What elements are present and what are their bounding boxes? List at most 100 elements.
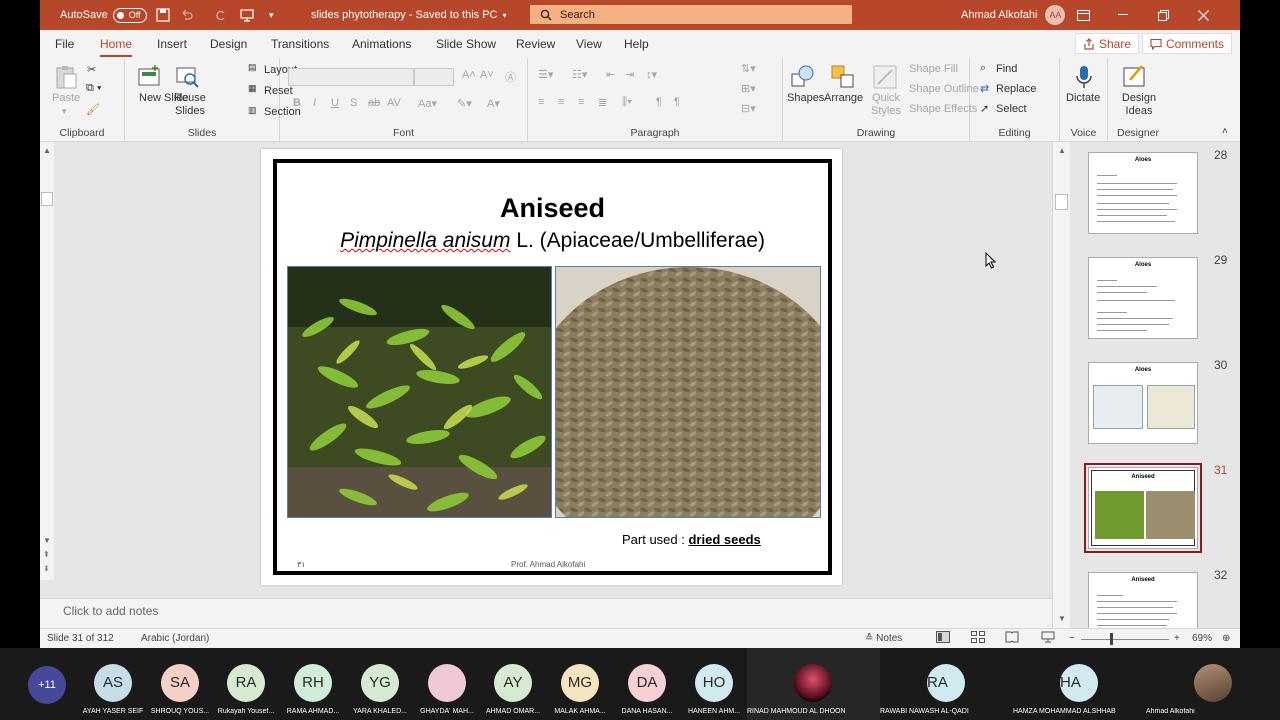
autosave-toggle[interactable]: AutoSave Off bbox=[60, 0, 147, 30]
zoom-in-icon[interactable]: + bbox=[1174, 633, 1180, 644]
decrease-indent-icon[interactable]: ⇤ bbox=[606, 68, 615, 81]
justify-icon[interactable]: ≣ bbox=[598, 96, 607, 109]
tab-slide-show[interactable]: Slide Show bbox=[436, 37, 496, 51]
replace-button[interactable]: Replace bbox=[996, 83, 1036, 95]
highlight-icon[interactable]: ✎▾ bbox=[457, 97, 472, 110]
new-slide-icon[interactable] bbox=[137, 64, 163, 90]
notes-toggle[interactable]: ≙ Notes bbox=[865, 633, 902, 644]
notes-pane[interactable]: Click to add notes bbox=[40, 598, 1052, 628]
participant-tile[interactable]: GHAYDA' MAH... bbox=[413, 648, 481, 720]
collapse-ribbon-icon[interactable]: ˄ bbox=[1222, 126, 1228, 137]
participant-tile[interactable]: AY AHMAD OMAR... bbox=[479, 648, 547, 720]
zoom-level[interactable]: 69% bbox=[1192, 633, 1212, 644]
share-button[interactable]: Share bbox=[1075, 33, 1140, 54]
design-ideas-button[interactable]: Design Ideas bbox=[1118, 92, 1160, 118]
normal-view-icon[interactable] bbox=[936, 631, 950, 646]
shape-effects-button[interactable]: Shape Effects bbox=[909, 103, 977, 115]
columns-icon[interactable]: ⫼▾ bbox=[622, 96, 632, 109]
shapes-icon[interactable] bbox=[790, 64, 816, 90]
undo-icon[interactable] bbox=[180, 0, 194, 30]
shadow-icon[interactable]: S bbox=[350, 97, 357, 109]
slide-title[interactable]: Aniseed bbox=[277, 193, 828, 224]
tab-file[interactable]: File bbox=[55, 37, 74, 51]
participant-tile[interactable]: Ahmad Alkofahi bbox=[1146, 648, 1280, 720]
paste-dropdown-icon[interactable]: ▾ bbox=[62, 106, 67, 117]
participant-tile[interactable]: RA RAWABI NAWASH AL-QADI bbox=[880, 648, 1013, 720]
search-input[interactable]: Search bbox=[530, 5, 852, 24]
present-icon[interactable] bbox=[240, 0, 254, 30]
font-name-input[interactable] bbox=[288, 68, 414, 86]
strikethrough-icon[interactable]: ab bbox=[368, 97, 380, 109]
text-direction-icon[interactable]: ⇅▾ bbox=[741, 62, 756, 75]
design-ideas-icon[interactable] bbox=[1122, 64, 1148, 90]
language-indicator[interactable]: Arabic (Jordan) bbox=[141, 633, 209, 644]
format-painter-icon[interactable]: 🖌 bbox=[86, 103, 100, 116]
align-left-icon[interactable]: ≡ bbox=[538, 96, 544, 108]
quick-styles-button[interactable]: Quick Styles bbox=[869, 92, 903, 118]
next-slide-icon[interactable]: ⇟ bbox=[43, 564, 50, 573]
save-icon[interactable] bbox=[156, 0, 170, 30]
zoom-slider-thumb[interactable] bbox=[1110, 633, 1113, 645]
part-used-text[interactable]: Part used : dried seeds bbox=[622, 532, 761, 547]
more-participants-button[interactable]: +11 bbox=[28, 666, 66, 704]
aniseed-plant-image[interactable] bbox=[287, 266, 552, 518]
left-scrollbar[interactable]: ▲ ▼ ⇞ ⇟ bbox=[40, 142, 54, 580]
participant-tile[interactable]: RH RAMA AHMAD... bbox=[279, 648, 347, 720]
participant-tile[interactable]: RINAD MAHMOUD AL DHOON bbox=[747, 648, 880, 720]
scroll-down-icon[interactable]: ▼ bbox=[1058, 614, 1066, 623]
scroll-up-icon[interactable]: ▲ bbox=[1058, 146, 1066, 155]
slideshow-view-icon[interactable] bbox=[1041, 631, 1055, 646]
tab-insert[interactable]: Insert bbox=[157, 37, 187, 51]
align-text-icon[interactable]: ⊞▾ bbox=[741, 82, 756, 95]
account-area[interactable]: Ahmad Alkofahi AA bbox=[961, 0, 1066, 30]
paste-icon[interactable] bbox=[53, 64, 79, 90]
bold-icon[interactable]: B bbox=[293, 97, 301, 109]
aniseed-seeds-image[interactable] bbox=[555, 266, 821, 518]
reading-view-icon[interactable] bbox=[1005, 631, 1019, 646]
slide-subtitle[interactable]: Pimpinella anisum L. (Apiaceae/Umbellife… bbox=[277, 229, 828, 253]
line-spacing-icon[interactable]: ↕▾ bbox=[646, 68, 657, 81]
quick-styles-icon[interactable] bbox=[872, 64, 898, 90]
thumbnail-scrollbar[interactable]: ▲ ▼ bbox=[1052, 142, 1070, 628]
document-title[interactable]: slides phytotherapy - Saved to this PC ▾ bbox=[311, 0, 507, 30]
find-button[interactable]: Find bbox=[996, 63, 1017, 75]
arrange-button[interactable]: Arrange bbox=[824, 92, 863, 104]
thumbnail-slide-32[interactable]: Aniseed bbox=[1088, 572, 1198, 628]
scroll-thumb[interactable] bbox=[1055, 194, 1068, 210]
thumbnail-slide-29[interactable]: Aloes bbox=[1088, 257, 1198, 339]
participant-tile[interactable]: DA DANA HASAN... bbox=[613, 648, 681, 720]
scroll-down-icon[interactable]: ▼ bbox=[43, 536, 51, 545]
shapes-button[interactable]: Shapes bbox=[787, 92, 824, 104]
change-case-icon[interactable]: Aa▾ bbox=[418, 97, 437, 110]
tab-design[interactable]: Design bbox=[210, 37, 247, 51]
scroll-thumb[interactable] bbox=[41, 192, 53, 206]
clear-formatting-icon[interactable]: Ⓐ bbox=[505, 69, 516, 85]
participant-tile[interactable]: RA Rukayah Yousef... bbox=[212, 648, 280, 720]
participant-tile[interactable]: SA SHROUQ YOUS... bbox=[146, 648, 214, 720]
autosave-switch[interactable]: Off bbox=[112, 7, 147, 23]
participant-tile[interactable]: AS AYAH YASER SEIF bbox=[79, 648, 147, 720]
ltr-icon[interactable]: ¶ bbox=[674, 96, 680, 108]
slide-sorter-icon[interactable] bbox=[971, 631, 985, 646]
current-slide[interactable]: Aniseed Pimpinella anisum L. (Apiaceae/U… bbox=[261, 149, 842, 585]
tab-animations[interactable]: Animations bbox=[352, 37, 411, 51]
smartart-icon[interactable]: ⊟▾ bbox=[741, 102, 756, 115]
minimize-button[interactable] bbox=[1118, 0, 1158, 30]
scroll-up-icon[interactable]: ▲ bbox=[43, 146, 51, 155]
dictate-button[interactable]: Dictate bbox=[1066, 92, 1100, 104]
reuse-slides-button[interactable]: Reuse Slides bbox=[171, 92, 209, 118]
align-right-icon[interactable]: ≡ bbox=[578, 96, 584, 108]
bullets-icon[interactable]: ☰▾ bbox=[538, 68, 553, 81]
participant-tile[interactable]: YG YARA KHALED... bbox=[346, 648, 414, 720]
tab-home[interactable]: Home bbox=[100, 37, 133, 57]
numbering-icon[interactable]: ☷▾ bbox=[572, 68, 587, 81]
microphone-icon[interactable] bbox=[1071, 64, 1097, 90]
font-color-icon[interactable]: A▾ bbox=[487, 97, 500, 110]
increase-font-icon[interactable]: A˄ bbox=[462, 69, 476, 81]
fit-to-window-icon[interactable]: ⊕ bbox=[1222, 633, 1230, 644]
participant-tile[interactable]: HO HANEEN AHM... bbox=[680, 648, 748, 720]
participant-tile[interactable]: HA HAMZA MOHAMMAD ALSHHAB bbox=[1013, 648, 1146, 720]
shape-outline-button[interactable]: Shape Outline bbox=[909, 83, 979, 95]
cut-icon[interactable]: ✂ bbox=[87, 63, 96, 76]
zoom-out-icon[interactable]: − bbox=[1069, 633, 1075, 644]
